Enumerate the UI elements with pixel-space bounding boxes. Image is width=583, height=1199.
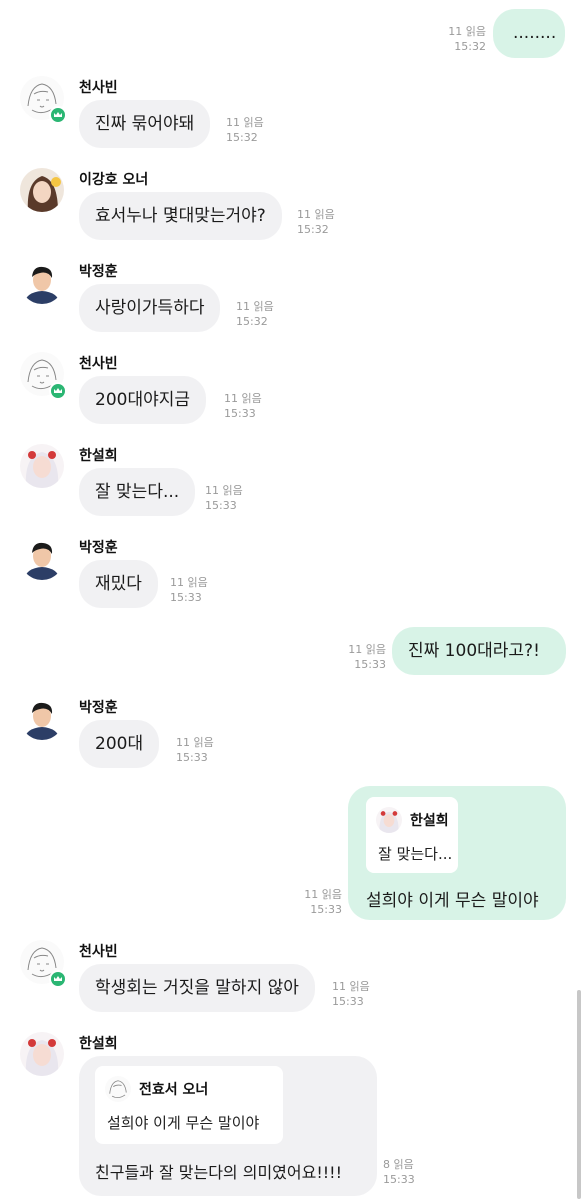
read-label: 읽음 xyxy=(465,25,486,38)
long-brown-hair-avatar-icon[interactable] xyxy=(20,168,64,212)
dark-hair-boy-avatar-icon[interactable] xyxy=(20,536,64,580)
read-count: 11 xyxy=(332,980,346,993)
message-time: 15:33 xyxy=(332,995,364,1008)
read-count: 11 xyxy=(176,736,190,749)
read-count: 11 xyxy=(304,888,319,901)
message-meta: 11 읽음 15:33 xyxy=(176,735,214,765)
message-meta: 11 읽음 15:33 xyxy=(205,483,243,513)
sender-name: 천사빈 xyxy=(79,944,118,960)
message-bubble-incoming[interactable]: 200대 xyxy=(79,720,160,768)
message-meta: 11 읽음 15:32 xyxy=(226,115,264,145)
message-bubble-incoming[interactable]: 잘 맞는다... xyxy=(79,468,196,516)
message-meta: 11 읽음 15:32 xyxy=(420,24,486,54)
sender-name: 이강호 오너 xyxy=(79,172,149,188)
read-count: 11 xyxy=(297,208,311,221)
message-meta: 8 읽음 15:33 xyxy=(383,1157,415,1187)
sender-name: 천사빈 xyxy=(79,356,118,372)
read-count: 11 xyxy=(205,484,219,497)
message-time: 15:33 xyxy=(310,903,342,916)
message-bubble-incoming[interactable]: 효서누나 몇대맞는거야? xyxy=(79,192,282,240)
message-time: 15:33 xyxy=(224,407,256,420)
message-meta: 11 읽음 15:32 xyxy=(236,299,274,329)
read-count: 11 xyxy=(236,300,250,313)
sender-name: 박정훈 xyxy=(79,264,118,280)
chat-area[interactable]: ........ 11 읽음 15:32 천사빈 진짜 묶어야돼 11 읽음 1… xyxy=(0,0,583,1199)
read-label: 읽음 xyxy=(393,1158,414,1171)
read-count: 11 xyxy=(224,392,238,405)
message-meta: 11 읽음 15:33 xyxy=(332,979,370,1009)
sketch-girl-avatar-icon xyxy=(105,1076,131,1102)
sender-name: 한설희 xyxy=(79,448,118,464)
white-hair-girl-avatar-icon xyxy=(376,807,402,833)
read-label: 읽음 xyxy=(365,643,386,656)
read-label: 읽음 xyxy=(187,576,208,589)
read-count: 11 xyxy=(348,643,363,656)
scrollbar[interactable] xyxy=(577,990,581,1199)
read-label: 읽음 xyxy=(243,116,264,129)
message-bubble-incoming[interactable]: 재밌다 xyxy=(79,560,158,608)
dark-hair-boy-avatar-icon[interactable] xyxy=(20,260,64,304)
message-bubble-incoming[interactable]: 진짜 묶어야돼 xyxy=(79,100,211,148)
white-hair-girl-avatar-icon[interactable] xyxy=(20,444,64,488)
sender-name: 박정훈 xyxy=(79,700,118,716)
message-text: 친구들과 잘 맞는다의 의미였어요!!!! xyxy=(95,1163,342,1182)
message-time: 15:33 xyxy=(170,591,202,604)
read-label: 읽음 xyxy=(222,484,243,497)
quoted-sender-name: 한설희 xyxy=(410,813,449,829)
message-time: 15:32 xyxy=(454,40,486,53)
message-meta: 11 읽음 15:32 xyxy=(297,207,335,237)
message-time: 15:33 xyxy=(176,751,208,764)
crown-badge-icon xyxy=(49,970,67,988)
read-label: 읽음 xyxy=(253,300,274,313)
message-meta: 11 읽음 15:33 xyxy=(224,391,262,421)
quoted-message[interactable]: 전효서 오너 설희야 이게 무슨 말이야 xyxy=(95,1066,283,1144)
read-label: 읽음 xyxy=(314,208,335,221)
message-bubble-outgoing[interactable]: 진짜 100대라고?! xyxy=(392,627,566,675)
message-bubble-outgoing-reply[interactable]: 한설희 잘 맞는다... 설희야 이게 무슨 말이야 xyxy=(348,786,566,920)
message-bubble-incoming-reply[interactable]: 전효서 오너 설희야 이게 무슨 말이야 친구들과 잘 맞는다의 의미였어요!!… xyxy=(79,1056,377,1196)
message-time: 15:33 xyxy=(383,1173,415,1186)
read-count: 8 xyxy=(383,1158,390,1171)
read-label: 읽음 xyxy=(241,392,262,405)
message-bubble-incoming[interactable]: 200대야지금 xyxy=(79,376,207,424)
message-time: 15:32 xyxy=(236,315,268,328)
message-text: 설희야 이게 무슨 말이야 xyxy=(366,891,539,911)
read-count: 11 xyxy=(226,116,240,129)
message-bubble-incoming[interactable]: 학생회는 거짓을 말하지 않아 xyxy=(79,964,315,1012)
quoted-sender-name: 전효서 오너 xyxy=(139,1082,209,1098)
message-meta: 11 읽음 15:33 xyxy=(170,575,208,605)
read-count: 11 xyxy=(170,576,184,589)
crown-badge-icon xyxy=(49,382,67,400)
dark-hair-boy-avatar-icon[interactable] xyxy=(20,696,64,740)
message-time: 15:33 xyxy=(354,658,386,671)
read-label: 읽음 xyxy=(193,736,214,749)
message-time: 15:32 xyxy=(297,223,329,236)
message-time: 15:33 xyxy=(205,499,237,512)
sender-name: 한설희 xyxy=(79,1036,118,1052)
message-time: 15:32 xyxy=(226,131,258,144)
message-meta: 11 읽음 15:33 xyxy=(276,887,342,917)
read-label: 읽음 xyxy=(321,888,342,901)
message-bubble-incoming[interactable]: 사랑이가득하다 xyxy=(79,284,221,332)
read-label: 읽음 xyxy=(349,980,370,993)
sender-name: 박정훈 xyxy=(79,540,118,556)
sender-name: 천사빈 xyxy=(79,80,118,96)
quoted-text: 설희야 이게 무슨 말이야 xyxy=(107,1114,260,1132)
white-hair-girl-avatar-icon[interactable] xyxy=(20,1032,64,1076)
crown-badge-icon xyxy=(49,106,67,124)
quoted-message[interactable]: 한설희 잘 맞는다... xyxy=(366,797,458,873)
message-meta: 11 읽음 15:33 xyxy=(320,642,386,672)
read-count: 11 xyxy=(448,25,463,38)
message-bubble-outgoing[interactable]: ........ xyxy=(493,9,565,58)
quoted-text: 잘 맞는다... xyxy=(378,845,453,863)
